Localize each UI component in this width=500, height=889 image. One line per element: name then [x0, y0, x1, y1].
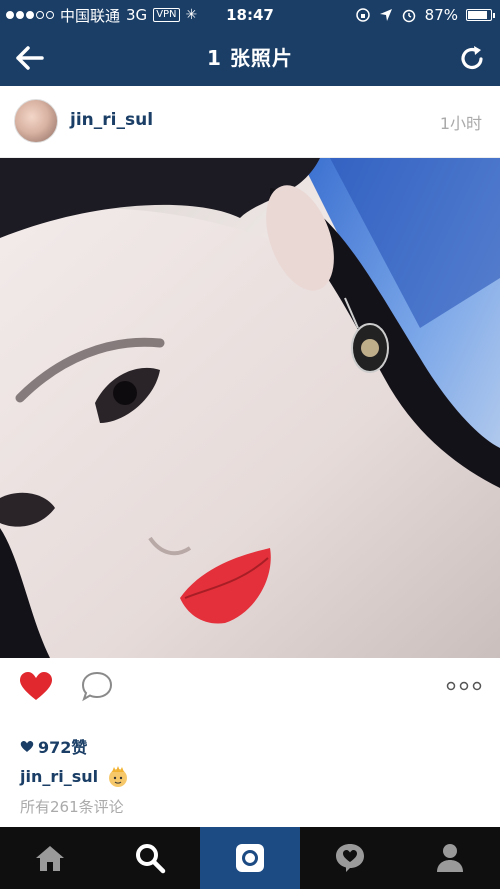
- selfie-photo-image: [0, 158, 500, 658]
- alarm-icon: [402, 9, 415, 23]
- heart-icon[interactable]: [18, 670, 54, 702]
- post-timestamp: 1小时: [439, 114, 482, 133]
- caption-username[interactable]: jin_ri_sul: [20, 767, 98, 786]
- navigation-bar: 1 张照片: [0, 30, 500, 86]
- person-icon: [437, 844, 463, 872]
- princess-emoji-icon: [109, 766, 128, 787]
- post-username[interactable]: jin_ri_sul: [70, 110, 153, 130]
- status-bar: 中国联通 3G VPN ✳ 18:47 87%: [0, 0, 500, 30]
- tab-camera[interactable]: [200, 827, 300, 889]
- likes-label: 972赞: [38, 738, 88, 757]
- tab-bar: [0, 827, 500, 889]
- status-right: 87%: [355, 0, 495, 30]
- caption: jin_ri_sul: [20, 764, 130, 788]
- refresh-icon[interactable]: [456, 42, 488, 74]
- small-heart-icon: [20, 740, 34, 752]
- tab-activity[interactable]: [300, 827, 400, 889]
- comment-bubble-icon[interactable]: [80, 670, 114, 702]
- tab-profile[interactable]: [400, 827, 500, 889]
- activity-heart-bubble-icon: [336, 844, 364, 872]
- view-all-comments-link[interactable]: 所有261条评论: [20, 796, 124, 817]
- post-photo[interactable]: [0, 158, 500, 658]
- post-actions: [0, 658, 500, 718]
- page-title: 1 张照片: [207, 46, 293, 70]
- search-icon: [136, 844, 166, 874]
- battery-icon: [466, 9, 495, 21]
- tab-explore[interactable]: [100, 827, 200, 889]
- more-dots-icon[interactable]: [446, 678, 482, 694]
- battery-percent: 87%: [424, 6, 458, 24]
- location-icon: [379, 9, 392, 21]
- rotation-lock-icon: [355, 8, 370, 22]
- post-header: jin_ri_sul 1小时: [0, 86, 500, 158]
- likes-count[interactable]: 972赞: [20, 734, 87, 758]
- home-icon: [36, 846, 64, 871]
- camera-icon: [236, 844, 264, 872]
- avatar[interactable]: [14, 99, 58, 143]
- tab-home[interactable]: [0, 827, 100, 889]
